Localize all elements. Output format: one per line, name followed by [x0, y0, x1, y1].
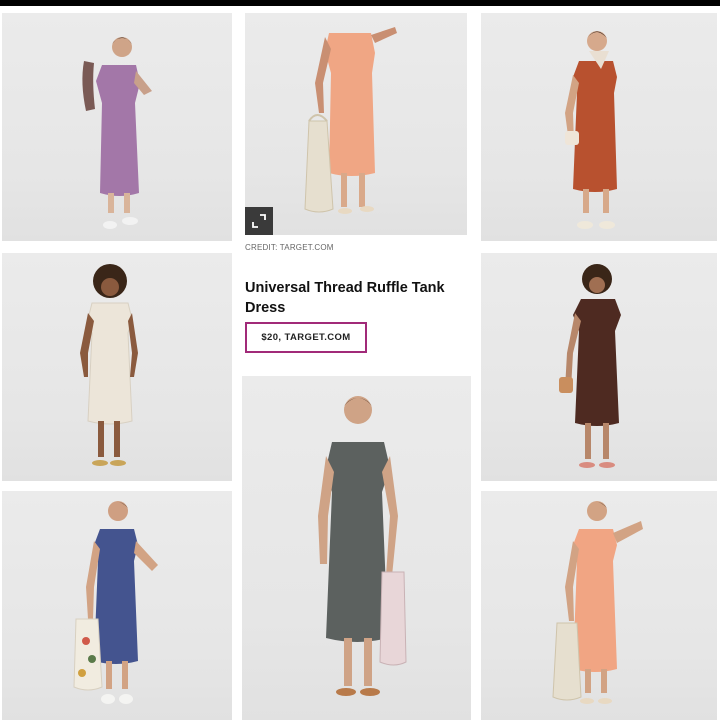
product-photo-peach-dress[interactable]: [245, 13, 467, 235]
top-bar: [0, 0, 720, 6]
model-figure-blue: [73, 501, 158, 704]
model-figure-brown: [559, 264, 621, 468]
product-photo-lavender-dress[interactable]: [2, 13, 232, 241]
buy-price-button[interactable]: $20, TARGET.COM: [245, 322, 367, 353]
model-figure-charcoal: [318, 396, 407, 696]
product-photo-blue-dress[interactable]: [2, 491, 232, 720]
model-figure-peach-2: [552, 501, 643, 704]
product-photo-peach-dress-2[interactable]: [481, 491, 717, 720]
expand-icon: [252, 214, 266, 228]
product-photo-cream-dress[interactable]: [2, 253, 232, 481]
model-figure-lavender: [82, 37, 152, 229]
product-photo-rust-dress[interactable]: [481, 13, 717, 241]
model-figure-peach: [304, 27, 397, 214]
model-figure-cream: [80, 264, 138, 466]
photo-credit: CREDIT: TARGET.COM: [245, 243, 334, 252]
model-figure-rust: [565, 31, 617, 229]
product-title: Universal Thread Ruffle Tank Dress: [245, 280, 445, 316]
expand-image-button[interactable]: [245, 207, 273, 235]
product-photo-charcoal-dress[interactable]: [242, 376, 471, 720]
product-photo-brown-dress[interactable]: [481, 253, 717, 481]
